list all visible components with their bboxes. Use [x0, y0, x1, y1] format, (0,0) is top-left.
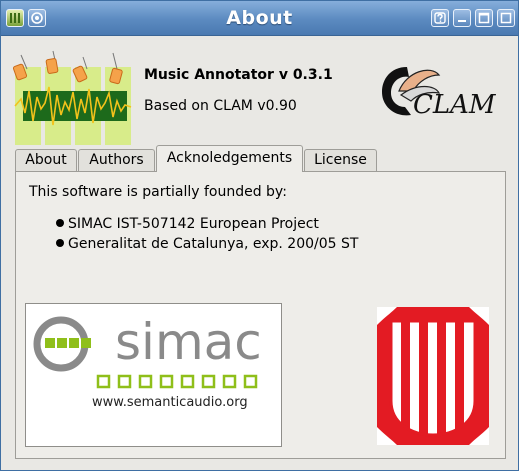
app-name: Music Annotator v 0.3.1 [144, 67, 333, 83]
tab-about[interactable]: About [15, 149, 77, 171]
funders-list: SIMAC IST-507142 European Project Genera… [56, 214, 358, 254]
about-dialog: About Music Annotator v 0.3.1 Based on C… [0, 0, 519, 471]
simac-logo: simac www.semanticaudio.org [25, 303, 282, 447]
tab-acknowledgements[interactable]: Acknoledgements [156, 145, 303, 172]
based-on-label: Based on CLAM v0.90 [144, 98, 297, 114]
help-icon[interactable] [431, 9, 449, 27]
tab-authors[interactable]: Authors [78, 149, 155, 171]
list-item: SIMAC IST-507142 European Project [56, 214, 358, 234]
clam-logo-text: CLAM [413, 90, 497, 120]
bullet-icon [56, 239, 64, 247]
about-header: Music Annotator v 0.3.1 Based on CLAM v0… [1, 36, 518, 147]
funder-label: Generalitat de Catalunya, exp. 200/05 ST [68, 236, 359, 252]
maximize-icon[interactable] [475, 9, 493, 27]
minimize-icon[interactable] [453, 9, 471, 27]
title-bar[interactable]: About [1, 1, 518, 36]
music-annotator-logo-icon [13, 47, 136, 147]
funder-label: SIMAC IST-507142 European Project [68, 216, 319, 232]
clam-logo-icon: CLAM [382, 67, 497, 120]
simac-logo-word: simac [115, 313, 262, 371]
acknowledgements-panel: This software is partially founded by: S… [15, 171, 506, 459]
acknowledgements-intro: This software is partially founded by: [29, 184, 287, 200]
generalitat-logo-icon [371, 301, 495, 451]
close-icon[interactable] [497, 9, 515, 27]
list-item: Generalitat de Catalunya, exp. 200/05 ST [56, 234, 358, 254]
tab-license[interactable]: License [304, 149, 377, 171]
simac-logo-url: www.semanticaudio.org [92, 395, 248, 410]
bullet-icon [56, 219, 64, 227]
